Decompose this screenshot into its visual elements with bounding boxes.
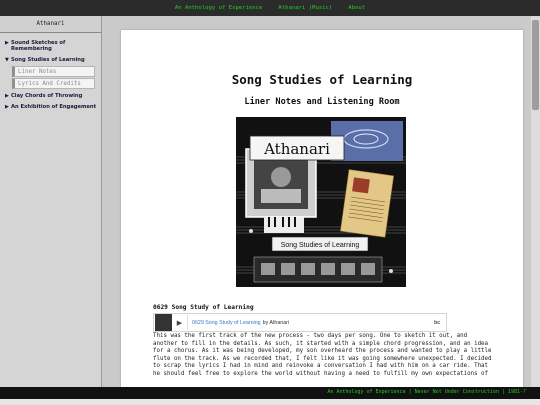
sidebar-item-label: Song Studies of Learning — [11, 56, 85, 63]
top-nav: An Anthology of Experience Athanari (Mus… — [0, 0, 540, 16]
content-page: Song Studies of Learning Liner Notes and… — [121, 30, 523, 392]
page-title: Song Studies of Learning — [231, 72, 413, 87]
sidebar-title: Athanari — [0, 16, 101, 33]
sidebar: Athanari ▶ Sound Sketches of Remembering… — [0, 16, 102, 387]
nav-link-athanari-music[interactable]: Athanari (Music) — [278, 5, 332, 11]
album-logo-text: Athanari — [263, 140, 330, 158]
track-heading: 0629 Song Study of Learning — [153, 304, 254, 311]
main-content: Song Studies of Learning Liner Notes and… — [103, 16, 540, 392]
player-artist: by Athanari — [262, 319, 290, 326]
sidebar-subitem-lyrics-credits[interactable]: Lyrics And Credits — [12, 78, 95, 90]
player-thumbnail — [155, 314, 172, 331]
sidebar-subitem-liner-notes[interactable]: Liner Notes — [12, 66, 95, 78]
sidebar-item-label: Clay Chords of Throwing — [11, 93, 83, 100]
sidebar-item-sound-sketches[interactable]: ▶ Sound Sketches of Remembering — [5, 40, 99, 53]
sidebar-item-exhibition[interactable]: ▶ An Exhibition of Engagement — [5, 104, 99, 110]
track-notes-text: This was the first track of the new proc… — [153, 333, 492, 377]
play-icon[interactable]: ▶ — [172, 319, 187, 327]
player-divider — [187, 315, 188, 330]
page-subtitle: Liner Notes and Listening Room — [244, 97, 400, 107]
sidebar-list: ▶ Sound Sketches of Remembering ▼ Song S… — [0, 33, 101, 110]
nav-link-anthology[interactable]: An Anthology of Experience — [175, 5, 263, 11]
nav-link-about[interactable]: About — [348, 5, 365, 11]
audio-player: ▶ 0629 Song Study of Learning by Athanar… — [153, 313, 447, 332]
album-cover-image: Athanari Song Studies of Learning — [236, 117, 406, 287]
sidebar-item-label: Sound Sketches of Remembering — [11, 40, 66, 53]
sidebar-item-label: An Exhibition of Engagement — [11, 103, 97, 110]
bottom-strip — [0, 399, 540, 405]
sidebar-item-clay-chords[interactable]: ▶ Clay Chords of Throwing — [5, 93, 99, 99]
scrollbar[interactable] — [531, 16, 540, 387]
footer: An Anthology of Experience | Never Not U… — [0, 387, 540, 399]
scrollbar-thumb[interactable] — [532, 20, 539, 110]
sidebar-submenu: Liner Notes Lyrics And Credits — [12, 66, 95, 90]
album-banner-text: Song Studies of Learning — [281, 242, 360, 249]
bandcamp-logo-icon[interactable]: bc — [434, 320, 440, 326]
album-collage-graphic: Athanari Song Studies of Learning — [236, 117, 406, 287]
footer-text: An Anthology of Experience | Never Not U… — [327, 389, 526, 395]
player-track-link[interactable]: 0629 Song Study of Learning — [192, 320, 261, 326]
sidebar-item-song-studies[interactable]: ▼ Song Studies of Learning — [5, 57, 99, 63]
